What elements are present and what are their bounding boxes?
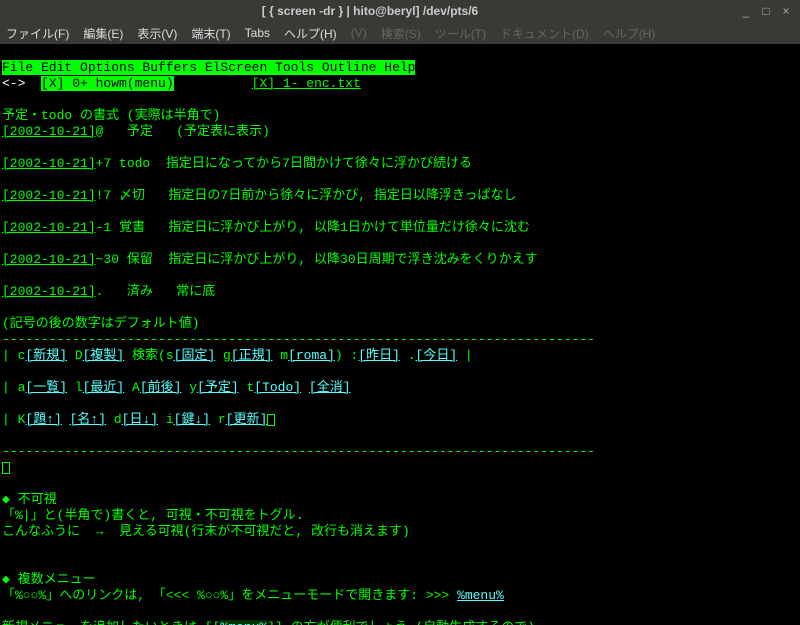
menu-view[interactable]: 表示(V) (137, 25, 177, 42)
date-link[interactable]: [2002-10-21] (2, 220, 96, 235)
cmd-recent[interactable]: [最近] (83, 380, 125, 395)
text-line: !7 〆切 指定日の7日前から徐々に浮かび, 指定日以降浮きっぱなし (96, 188, 517, 203)
cmd-list[interactable]: [一覧] (25, 380, 67, 395)
menu-dim-4: ヘルプ(H) (603, 25, 656, 42)
cmd-clear[interactable]: [全消] (309, 380, 351, 395)
cmd-yesterday[interactable]: [昨日] (358, 348, 400, 363)
divider: ----------------------------------------… (2, 332, 595, 347)
elscreen-tabs[interactable]: <-> [X] 0+ howm(menu) [X] 1- enc.txt (2, 76, 798, 92)
cmd-key-down[interactable]: [鍵↓] (174, 412, 210, 427)
emacs-menubar[interactable]: File Edit Options Buffers ElScreen Tools… (2, 60, 415, 75)
menu-tabs[interactable]: Tabs (245, 26, 270, 40)
text-line: +7 todo 指定日になってから7日間かけて徐々に浮かび続ける (96, 156, 472, 171)
cmd-refresh[interactable]: [更新] (226, 412, 268, 427)
tab-1[interactable]: [X] 1- enc.txt (252, 76, 361, 91)
text-line: 予定・todo の書式 (実際は半角で) (2, 108, 220, 123)
text-line: 「%|」と(半角で)書くと, 可視・不可視をトグル. (2, 508, 304, 523)
menu-help[interactable]: ヘルプ(H) (284, 25, 337, 42)
menu-terminal[interactable]: 端末(T) (191, 25, 230, 42)
cursor-block (2, 462, 10, 474)
cmd-dup[interactable]: [複製] (83, 348, 125, 363)
window-title: [ { screen -dr } | hito@beryl] /dev/pts/… (6, 4, 734, 18)
cmd-date-down[interactable]: [日↓] (122, 412, 158, 427)
divider: ----------------------------------------… (2, 444, 595, 459)
date-link[interactable]: [2002-10-21] (2, 252, 96, 267)
app-menubar[interactable]: ファイル(F) 編集(E) 表示(V) 端末(T) Tabs ヘルプ(H) (V… (0, 22, 800, 44)
date-link[interactable]: [2002-10-21] (2, 156, 96, 171)
menu-edit[interactable]: 編集(E) (83, 25, 123, 42)
window-titlebar: [ { screen -dr } | hito@beryl] /dev/pts/… (0, 0, 800, 22)
cmd-title-up[interactable]: [題↑] (25, 412, 61, 427)
window-minimize-button[interactable]: _ (738, 3, 754, 19)
cmd-fixed[interactable]: [固定] (174, 348, 216, 363)
window-maximize-button[interactable]: □ (758, 3, 774, 19)
menu-file[interactable]: ファイル(F) (6, 25, 69, 42)
cursor-block (267, 414, 275, 426)
text-line: @ 予定 (予定表に表示) (96, 124, 270, 139)
section-heading: ◆ 不可視 (2, 492, 57, 507)
text-line: . 済み 常に底 (96, 284, 216, 299)
text-line: ~30 保留 指定日に浮かび上がり, 以降30日周期で浮き沈みをくりかえす (96, 252, 538, 267)
cmd-name-up[interactable]: [名↑] (70, 412, 106, 427)
text-line: -1 覚書 指定日に浮かび上がり, 以降1日かけて単位量だけ徐々に沈む (96, 220, 530, 235)
cmd-todo[interactable]: [Todo] (254, 380, 301, 395)
text-line: (記号の後の数字はデフォルト値) (2, 316, 200, 331)
tab-0-active[interactable]: [X] 0+ howm(menu) (41, 76, 174, 91)
tab-arrows[interactable]: <-> (2, 76, 41, 91)
menu-link-hl[interactable]: %menu% (220, 620, 267, 625)
cmd-regex[interactable]: [正規] (231, 348, 273, 363)
section-heading: ◆ 複数メニュー (2, 572, 96, 587)
date-link[interactable]: [2002-10-21] (2, 284, 96, 299)
cmd-new[interactable]: [新規] (25, 348, 67, 363)
menu-dim-0: (V) (351, 26, 367, 40)
date-link[interactable]: [2002-10-21] (2, 124, 96, 139)
date-link[interactable]: [2002-10-21] (2, 188, 96, 203)
menu-link[interactable]: %menu% (457, 588, 504, 603)
menu-dim-2: ツール(T) (435, 25, 486, 42)
window-close-button[interactable]: × (778, 3, 794, 19)
menu-dim-3: ドキュメント(D) (500, 25, 589, 42)
menu-dim-1: 検索(S) (381, 25, 421, 42)
terminal-area[interactable]: File Edit Options Buffers ElScreen Tools… (0, 44, 800, 625)
cmd-today[interactable]: [今日] (416, 348, 458, 363)
cmd-sched[interactable]: [予定] (197, 380, 239, 395)
text-line: こんなふうに → 見える可視(行末が不可視だと, 改行も消えます) (2, 524, 410, 539)
cmd-roma[interactable]: [roma] (288, 348, 335, 363)
cmd-around[interactable]: [前後] (140, 380, 182, 395)
